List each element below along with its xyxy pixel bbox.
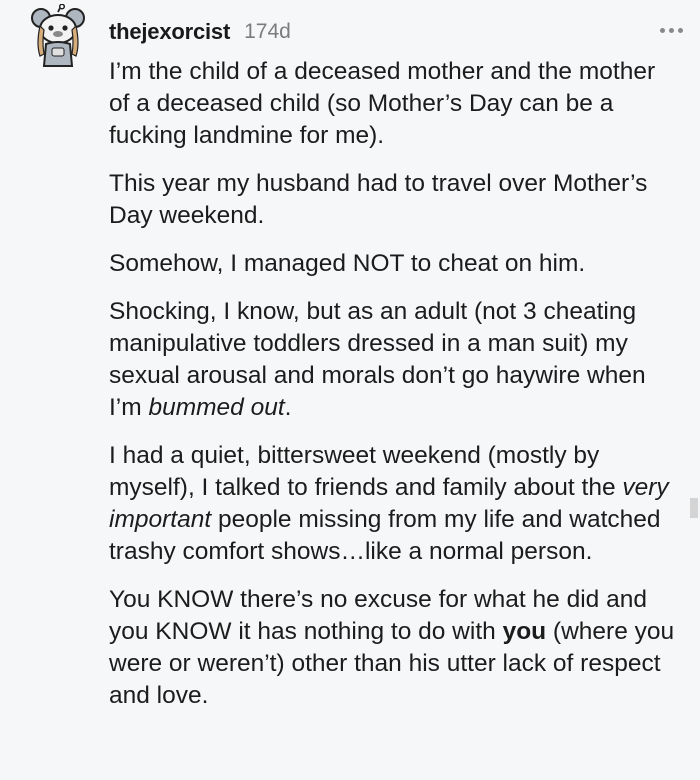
paragraph-text: . [284,394,292,421]
paragraph-text: I had a quiet, bittersweet weekend (most… [109,442,623,501]
emphasis-text: bummed out [148,394,285,421]
paragraph-text: I’m the child of a deceased mother and t… [109,58,656,149]
comment-paragraph: I’m the child of a deceased mother and t… [109,56,679,152]
user-avatar[interactable] [30,3,86,68]
comment-paragraph: This year my husband had to travel over … [109,168,679,232]
snoo-avatar-icon [31,3,85,67]
comment-age: 174d [244,20,291,43]
comment: thejexorcist 174d I’m the child of a dec… [0,0,700,780]
author-username[interactable]: thejexorcist [109,19,230,45]
scrollbar-thumb[interactable] [690,498,698,518]
comment-body: I’m the child of a deceased mother and t… [109,56,679,728]
bold-text: you [502,618,547,645]
comment-meta: thejexorcist 174d [109,14,291,50]
comment-paragraph: Shocking, I know, but as an adult (not 3… [109,296,679,424]
ellipsis-icon [668,27,674,33]
more-options-button[interactable] [656,18,686,42]
paragraph-text: This year my husband had to travel over … [109,170,648,229]
comment-paragraph: Somehow, I managed NOT to cheat on him. [109,248,679,280]
comment-paragraph: You KNOW there’s no excuse for what he d… [109,584,679,712]
ellipsis-icon [659,27,665,33]
comment-paragraph: I had a quiet, bittersweet weekend (most… [109,440,679,568]
ellipsis-icon [677,27,683,33]
paragraph-text: Somehow, I managed NOT to cheat on him. [109,250,586,277]
